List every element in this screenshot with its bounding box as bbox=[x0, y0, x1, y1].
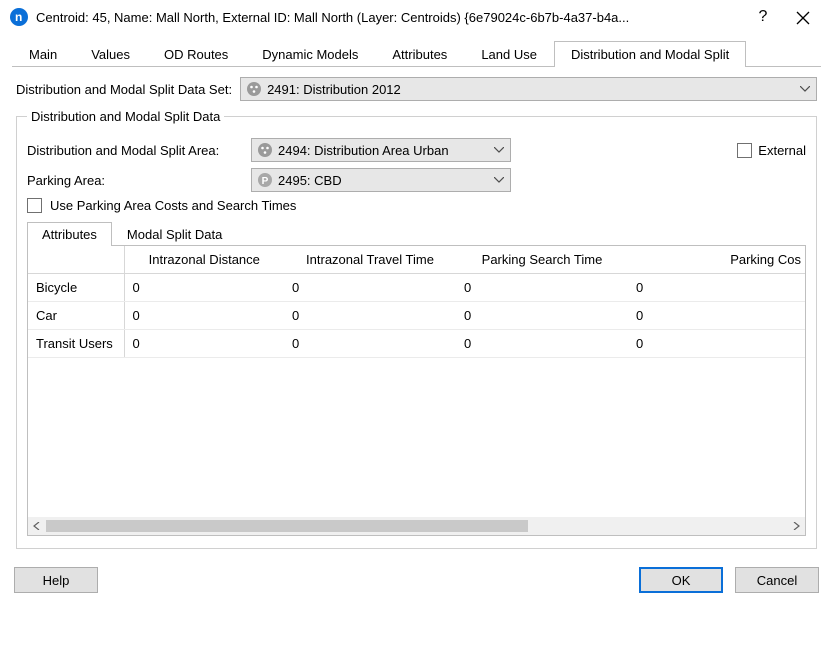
attributes-table-wrap: Intrazonal Distance Intrazonal Travel Ti… bbox=[27, 246, 806, 536]
tab-od-routes[interactable]: OD Routes bbox=[147, 41, 245, 67]
dialog-footer: Help OK Cancel bbox=[0, 553, 833, 607]
chevron-down-icon bbox=[494, 177, 504, 183]
parking-area-label: Parking Area: bbox=[27, 173, 243, 188]
table-row[interactable]: Car 0 0 0 0 bbox=[28, 302, 805, 330]
chevron-down-icon bbox=[494, 147, 504, 153]
main-tabstrip: Main Values OD Routes Dynamic Models Att… bbox=[12, 40, 821, 67]
help-button[interactable]: Help bbox=[14, 567, 98, 593]
cell[interactable]: 0 bbox=[284, 274, 456, 302]
cancel-button[interactable]: Cancel bbox=[735, 567, 819, 593]
col-header-parking-search-time[interactable]: Parking Search Time bbox=[456, 246, 628, 274]
row-header: Transit Users bbox=[28, 330, 124, 358]
row-header: Car bbox=[28, 302, 124, 330]
attributes-table: Intrazonal Distance Intrazonal Travel Ti… bbox=[28, 246, 805, 358]
close-button[interactable] bbox=[783, 9, 823, 25]
tab-attributes[interactable]: Attributes bbox=[375, 41, 464, 67]
app-icon bbox=[10, 8, 28, 26]
cell[interactable]: 0 bbox=[628, 274, 805, 302]
area-label: Distribution and Modal Split Area: bbox=[27, 143, 243, 158]
cell[interactable]: 0 bbox=[124, 330, 284, 358]
tab-distribution-modal-split[interactable]: Distribution and Modal Split bbox=[554, 41, 746, 67]
parking-area-combo[interactable]: P 2495: CBD bbox=[251, 168, 511, 192]
scrollbar-track[interactable] bbox=[46, 519, 787, 533]
chevron-down-icon bbox=[800, 86, 810, 92]
tab-land-use[interactable]: Land Use bbox=[464, 41, 554, 67]
distribution-icon bbox=[245, 80, 263, 98]
cell[interactable]: 0 bbox=[284, 302, 456, 330]
cell[interactable]: 0 bbox=[124, 274, 284, 302]
window-title: Centroid: 45, Name: Mall North, External… bbox=[36, 10, 743, 25]
data-set-combo[interactable]: 2491: Distribution 2012 bbox=[240, 77, 817, 101]
cell[interactable]: 0 bbox=[456, 274, 628, 302]
horizontal-scrollbar[interactable] bbox=[28, 517, 805, 535]
area-icon bbox=[256, 141, 274, 159]
external-checkbox[interactable] bbox=[737, 143, 752, 158]
tab-values[interactable]: Values bbox=[74, 41, 147, 67]
table-row[interactable]: Bicycle 0 0 0 0 bbox=[28, 274, 805, 302]
external-label: External bbox=[758, 143, 806, 158]
tab-main[interactable]: Main bbox=[12, 41, 74, 67]
col-header-intrazonal-travel-time[interactable]: Intrazonal Travel Time bbox=[284, 246, 456, 274]
sub-tabstrip: Attributes Modal Split Data bbox=[27, 221, 806, 246]
col-header-parking-cost[interactable]: Parking Cos bbox=[628, 246, 805, 274]
cell[interactable]: 0 bbox=[284, 330, 456, 358]
scroll-left-arrow-icon[interactable] bbox=[28, 517, 46, 535]
cell[interactable]: 0 bbox=[628, 302, 805, 330]
col-header-row bbox=[28, 246, 124, 274]
dms-data-legend: Distribution and Modal Split Data bbox=[27, 109, 224, 124]
parking-area-value: 2495: CBD bbox=[278, 173, 342, 188]
use-parking-label: Use Parking Area Costs and Search Times bbox=[50, 198, 296, 213]
tab-dynamic-models[interactable]: Dynamic Models bbox=[245, 41, 375, 67]
data-set-label: Distribution and Modal Split Data Set: bbox=[16, 82, 232, 97]
help-icon[interactable]: ? bbox=[743, 8, 783, 26]
data-set-value: 2491: Distribution 2012 bbox=[267, 82, 401, 97]
row-header: Bicycle bbox=[28, 274, 124, 302]
use-parking-checkbox[interactable] bbox=[27, 198, 42, 213]
titlebar: Centroid: 45, Name: Mall North, External… bbox=[0, 0, 833, 34]
parking-icon: P bbox=[256, 171, 274, 189]
dms-data-group: Distribution and Modal Split Data Distri… bbox=[16, 109, 817, 549]
col-header-intrazonal-distance[interactable]: Intrazonal Distance bbox=[124, 246, 284, 274]
area-combo[interactable]: 2494: Distribution Area Urban bbox=[251, 138, 511, 162]
scrollbar-thumb[interactable] bbox=[46, 520, 528, 532]
cell[interactable]: 0 bbox=[124, 302, 284, 330]
area-value: 2494: Distribution Area Urban bbox=[278, 143, 449, 158]
cell[interactable]: 0 bbox=[456, 330, 628, 358]
scroll-right-arrow-icon[interactable] bbox=[787, 517, 805, 535]
cell[interactable]: 0 bbox=[456, 302, 628, 330]
cell[interactable]: 0 bbox=[628, 330, 805, 358]
table-row[interactable]: Transit Users 0 0 0 0 bbox=[28, 330, 805, 358]
subtab-modal-split-data[interactable]: Modal Split Data bbox=[112, 222, 237, 246]
subtab-attributes[interactable]: Attributes bbox=[27, 222, 112, 246]
ok-button[interactable]: OK bbox=[639, 567, 723, 593]
svg-text:P: P bbox=[262, 176, 269, 187]
